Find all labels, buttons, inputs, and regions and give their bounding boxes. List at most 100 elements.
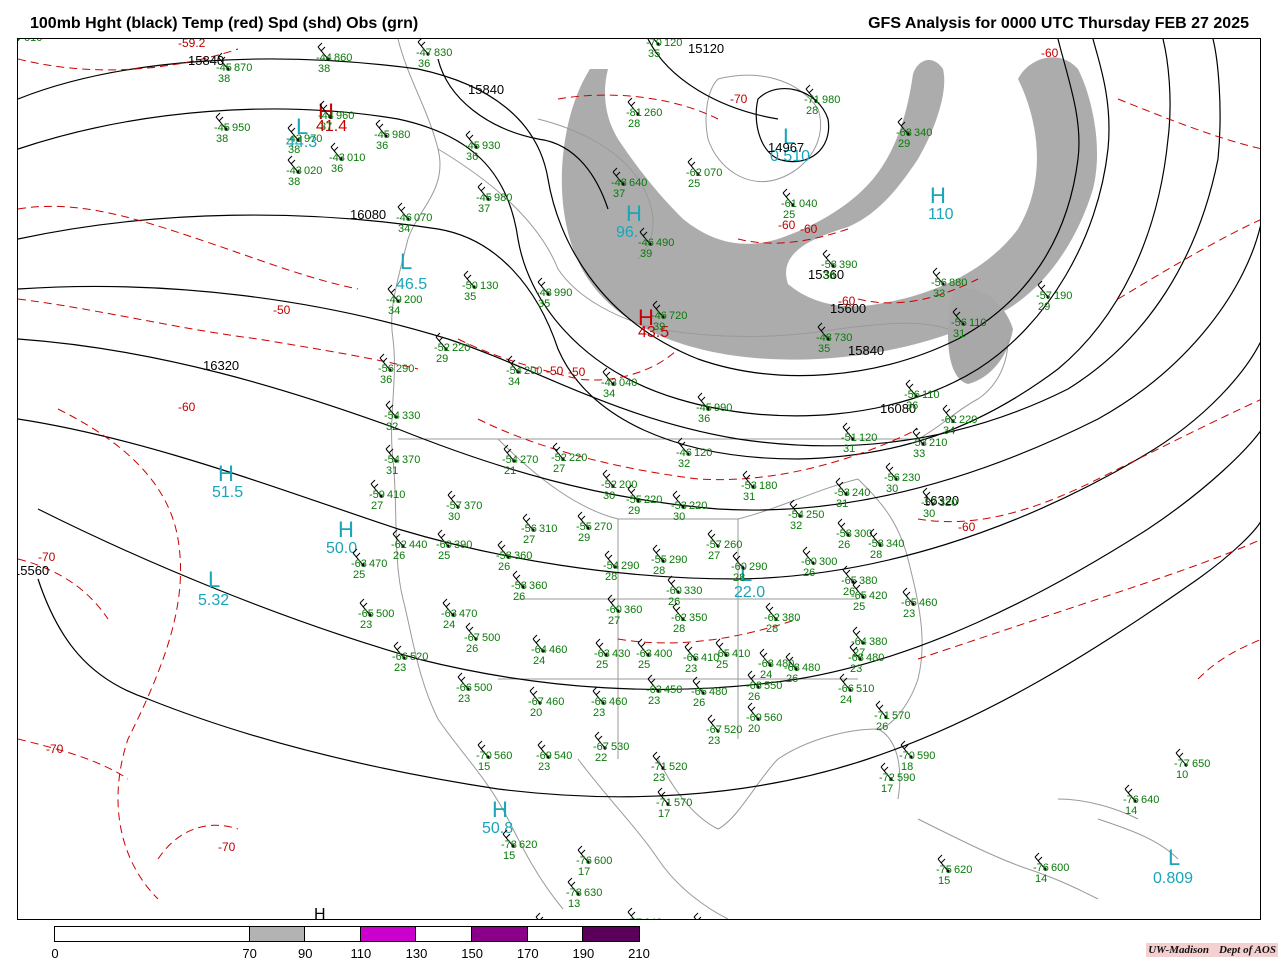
station-obs: -63 40025 <box>636 638 672 671</box>
temp-label: -60 <box>838 294 856 308</box>
obs-height: 970 <box>304 133 322 145</box>
station-obs: -75 62015 <box>936 854 972 887</box>
station-obs: -69 54023 <box>536 740 572 773</box>
center-value: 5.32 <box>198 592 229 609</box>
station-obs: -71 57017 <box>656 787 692 820</box>
obs-height: 830 <box>434 47 452 59</box>
obs-dewpoint-depression: 36 <box>331 163 343 175</box>
colorbar-tick-label: 190 <box>572 946 595 961</box>
obs-dewpoint-depression: 30 <box>886 483 898 495</box>
obs-height: 020 <box>304 165 322 177</box>
obs-dewpoint-depression: 29 <box>898 138 910 150</box>
station-obs: -77 65010 <box>1174 748 1210 781</box>
obs-dewpoint-depression: 26 <box>513 591 525 603</box>
obs-dewpoint-depression: 10 <box>1176 769 1188 781</box>
obs-height: 390 <box>454 539 472 551</box>
obs-height: 510 <box>856 683 874 695</box>
obs-height: 380 <box>859 575 877 587</box>
obs-height: 860 <box>334 52 352 64</box>
low-center: L 46.5 <box>396 249 427 293</box>
obs-height: 410 <box>387 489 405 501</box>
obs-dewpoint-depression: 21 <box>504 465 516 477</box>
station-obs: -45 99036 <box>696 392 732 425</box>
obs-height: 070 <box>704 167 722 179</box>
obs-dewpoint-depression: 25 <box>638 659 650 671</box>
obs-dewpoint-depression: 36 <box>376 140 388 152</box>
colorbar-tick-label: 130 <box>405 946 428 961</box>
obs-dewpoint-depression: 28 <box>673 623 685 635</box>
obs-height: 120 <box>664 39 682 49</box>
obs-height: 520 <box>724 724 742 736</box>
station-obs: -54 25032 <box>788 499 824 532</box>
obs-height: 290 <box>669 554 687 566</box>
station-obs: -62 22034 <box>941 404 977 437</box>
obs-height: 590 <box>917 750 935 762</box>
center-letter: L <box>1168 845 1180 870</box>
obs-height: 980 <box>494 192 512 204</box>
obs-dewpoint-depression: 26 <box>876 721 888 733</box>
obs-dewpoint-depression: 29 <box>1038 301 1050 313</box>
obs-dewpoint-depression: 31 <box>836 498 848 510</box>
obs-height: 600 <box>1051 862 1069 874</box>
colorbar-tick-label: 210 <box>628 946 650 961</box>
center-value: 96. <box>616 224 638 241</box>
height-label: 15120 <box>688 41 724 56</box>
colorbar-segment <box>527 927 584 941</box>
obs-dewpoint-depression: 36 <box>906 400 918 412</box>
obs-height: 880 <box>949 277 967 289</box>
station-obs: -55 29028 <box>651 544 687 577</box>
temp-label: -60 <box>800 222 818 236</box>
obs-dewpoint-depression: 37 <box>613 188 625 200</box>
obs-dewpoint-depression: 25 <box>716 659 728 671</box>
wind-barb-icon <box>535 912 544 919</box>
obs-dewpoint-depression: 27 <box>371 500 383 512</box>
obs-height: 330 <box>684 585 702 597</box>
obs-height: 360 <box>514 550 532 562</box>
obs-height: 550 <box>764 680 782 692</box>
center-value: 51.5 <box>212 484 243 501</box>
obs-dewpoint-depression: 23 <box>538 761 550 773</box>
station-obs: -46 12032 <box>676 437 712 470</box>
temp-label: -60 <box>1041 46 1059 60</box>
station-obs: -76 60014 <box>1033 852 1069 885</box>
temp-label: -70 <box>730 92 748 106</box>
obs-height: 500 <box>474 682 492 694</box>
height-label: 15560 <box>18 563 49 578</box>
obs-dewpoint-depression: 15 <box>503 850 515 862</box>
obs-dewpoint-depression: 35 <box>818 343 830 355</box>
obs-dewpoint-depression: 26 <box>838 539 850 551</box>
center-letter: H <box>314 906 326 920</box>
station-obs: -65 46023 <box>901 587 937 620</box>
station-obs: -45 98036 <box>374 119 410 152</box>
low-center: L 5.32 <box>198 567 229 609</box>
obs-dewpoint-depression: 28 <box>628 118 640 130</box>
obs-height: 640 <box>1141 794 1159 806</box>
center-letter: H <box>930 183 946 208</box>
obs-dewpoint-depression: 31 <box>386 465 398 477</box>
station-obs: -70 12035 <box>646 39 682 60</box>
obs-dewpoint-depression: 29 <box>578 532 590 544</box>
station-obs: -55 27029 <box>576 511 612 544</box>
station-obs: -53 24031 <box>834 477 870 510</box>
obs-height: 070 <box>414 212 432 224</box>
obs-dewpoint-depression: 28 <box>605 571 617 583</box>
obs-height: 650 <box>1192 758 1210 770</box>
obs-dewpoint-depression: 26 <box>803 567 815 579</box>
obs-dewpoint-depression: 27 <box>708 550 720 562</box>
high-center-border: H <box>314 906 326 920</box>
station-obs: -60 33026 <box>666 575 702 608</box>
obs-dewpoint-depression: 24 <box>443 619 455 631</box>
obs-height: 250 <box>806 509 824 521</box>
obs-height: 950 <box>232 122 250 134</box>
obs-dewpoint-depression: 34 <box>943 425 955 437</box>
station-obs: -67 50026 <box>464 622 500 655</box>
station-obs: -64 46024 <box>531 634 567 667</box>
obs-height: 240 <box>852 487 870 499</box>
obs-dewpoint-depression: 22 <box>595 752 607 764</box>
obs-height: 480 <box>802 662 820 674</box>
obs-height: 610 <box>24 39 42 44</box>
obs-height: 520 <box>669 761 687 773</box>
station-obs: -59 41027 <box>369 479 405 512</box>
obs-dewpoint-depression: 25 <box>596 659 608 671</box>
obs-height: 570 <box>674 797 692 809</box>
